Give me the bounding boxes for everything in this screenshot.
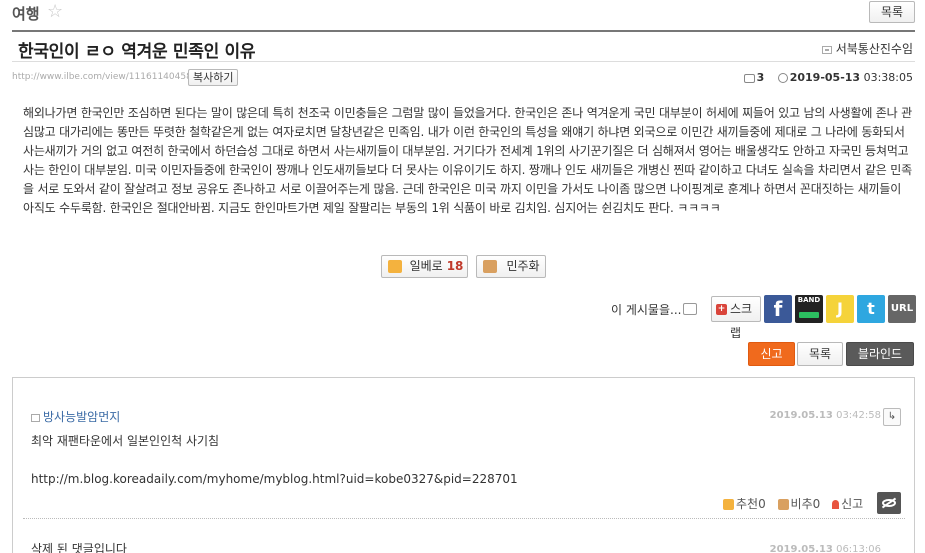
post-author-name[interactable]: 서북통산진수임 — [836, 42, 913, 56]
vote-down-label: 민주화 — [506, 259, 540, 273]
vote-row: 일베로 18 민주화 — [0, 255, 925, 279]
comment-report-button[interactable]: 신고 — [832, 495, 863, 512]
band-share-icon[interactable]: BAND — [795, 295, 823, 323]
comment-link[interactable]: http://m.blog.koreadaily.com/myhome/mybl… — [31, 470, 901, 489]
comment-downvote-button[interactable]: 비추0 — [777, 495, 821, 512]
comment-count: 3 — [756, 71, 765, 84]
thumbs-down-icon — [483, 260, 497, 273]
list-button-top[interactable]: 목록 — [869, 1, 915, 23]
comment-datetime: 2019.05.13 03:42:58 — [770, 410, 881, 421]
comment-actions: 추천0 비추0 신고 — [715, 492, 901, 514]
comment-item: 방사능발암먼지 2019.05.13 03:42:58 ↳ 최악 재팬타운에서 … — [31, 408, 901, 514]
scrap-button[interactable]: + 스크랩 — [711, 296, 761, 340]
post-title: 한국인이 ㄹㅇ 역겨운 민족인 이유 — [18, 42, 256, 62]
share-row: 이 게시물을... + 스크랩 f BAND J t URL — [0, 295, 925, 340]
comment-item: 삭제 된 댓글입니다 2019.05.13 06:13:06 — [31, 540, 901, 553]
list-button[interactable]: 목록 — [797, 342, 843, 366]
facebook-share-icon[interactable]: f — [764, 295, 792, 323]
vote-up-label: 일베로 — [409, 259, 443, 273]
post-content: 해외나가면 한국인만 조심하면 된다는 말이 많은데 특히 천조국 이민충들은 … — [23, 106, 912, 215]
share-prompt: 이 게시물을... — [611, 303, 682, 317]
scrap-plus-icon: + — [716, 304, 727, 315]
comment-author[interactable]: 방사능발암먼지 — [31, 410, 120, 424]
comment-datetime: 2019.05.13 06:13:06 — [770, 544, 881, 553]
comment-upvote-label: 추천0 — [735, 496, 766, 511]
hide-eye-icon[interactable] — [877, 492, 901, 514]
comment-date: 2019.05.13 — [769, 410, 833, 421]
share-menu-icon[interactable] — [683, 303, 697, 315]
member-icon — [821, 45, 832, 54]
band-label: BAND — [797, 296, 821, 304]
comment-upvote-button[interactable]: 추천0 — [722, 495, 766, 512]
member-icon — [31, 413, 40, 422]
kakaostory-share-icon[interactable]: J — [826, 295, 854, 323]
comment-author-name[interactable]: 방사능발암먼지 — [43, 410, 120, 424]
comment-time: 03:42:58 — [836, 410, 881, 421]
reply-icon[interactable]: ↳ — [883, 408, 901, 426]
copy-url-button[interactable]: 복사하기 — [188, 69, 239, 86]
post-author[interactable]: 서북통산진수임 — [821, 40, 913, 57]
thumbs-down-icon — [777, 498, 789, 510]
post-url: http://www.ilbe.com/view/11161140458 — [12, 72, 192, 82]
post-action-row: 신고 목록 블라인드 — [0, 342, 925, 366]
blind-button[interactable]: 블라인드 — [846, 342, 914, 366]
post-meta-row: http://www.ilbe.com/view/11161140458 복사하… — [12, 68, 915, 88]
comment-time: 06:13:06 — [836, 544, 881, 553]
band-bar-shape — [799, 312, 819, 318]
siren-icon — [832, 499, 840, 509]
board-title[interactable]: 여행 — [12, 3, 40, 24]
post-meta-info: 3 2019-05-13 03:38:05 — [743, 71, 913, 84]
vote-up-count: 18 — [446, 259, 464, 273]
report-button[interactable]: 신고 — [748, 342, 795, 366]
clock-icon — [777, 73, 788, 83]
vote-up-button[interactable]: 일베로 18 — [381, 255, 468, 278]
comment-bubble-icon — [743, 73, 755, 83]
thumbs-up-icon — [388, 260, 402, 273]
scrap-label: 스크랩 — [730, 302, 753, 340]
comment-section: 방사능발암먼지 2019.05.13 03:42:58 ↳ 최악 재팬타운에서 … — [12, 377, 915, 553]
vote-down-button[interactable]: 민주화 — [476, 255, 546, 278]
url-share-icon[interactable]: URL — [888, 295, 916, 323]
comment-report-label: 신고 — [841, 496, 864, 511]
post-date: 2019-05-13 — [789, 71, 861, 84]
twitter-share-icon[interactable]: t — [857, 295, 885, 323]
board-header: 여행 ☆ 목록 — [0, 0, 925, 26]
comment-divider — [23, 518, 905, 519]
post-time: 03:38:05 — [863, 71, 913, 84]
comment-date: 2019.05.13 — [769, 544, 833, 553]
comment-downvote-label: 비추0 — [790, 496, 821, 511]
post-title-row: 한국인이 ㄹㅇ 역겨운 민족인 이유 서북통산진수임 — [12, 30, 915, 62]
thumbs-up-icon — [722, 498, 734, 510]
favorite-star-icon[interactable]: ☆ — [47, 2, 63, 22]
comment-text-line1: 최악 재팬타운에서 일본인인척 사기침 — [31, 434, 220, 448]
